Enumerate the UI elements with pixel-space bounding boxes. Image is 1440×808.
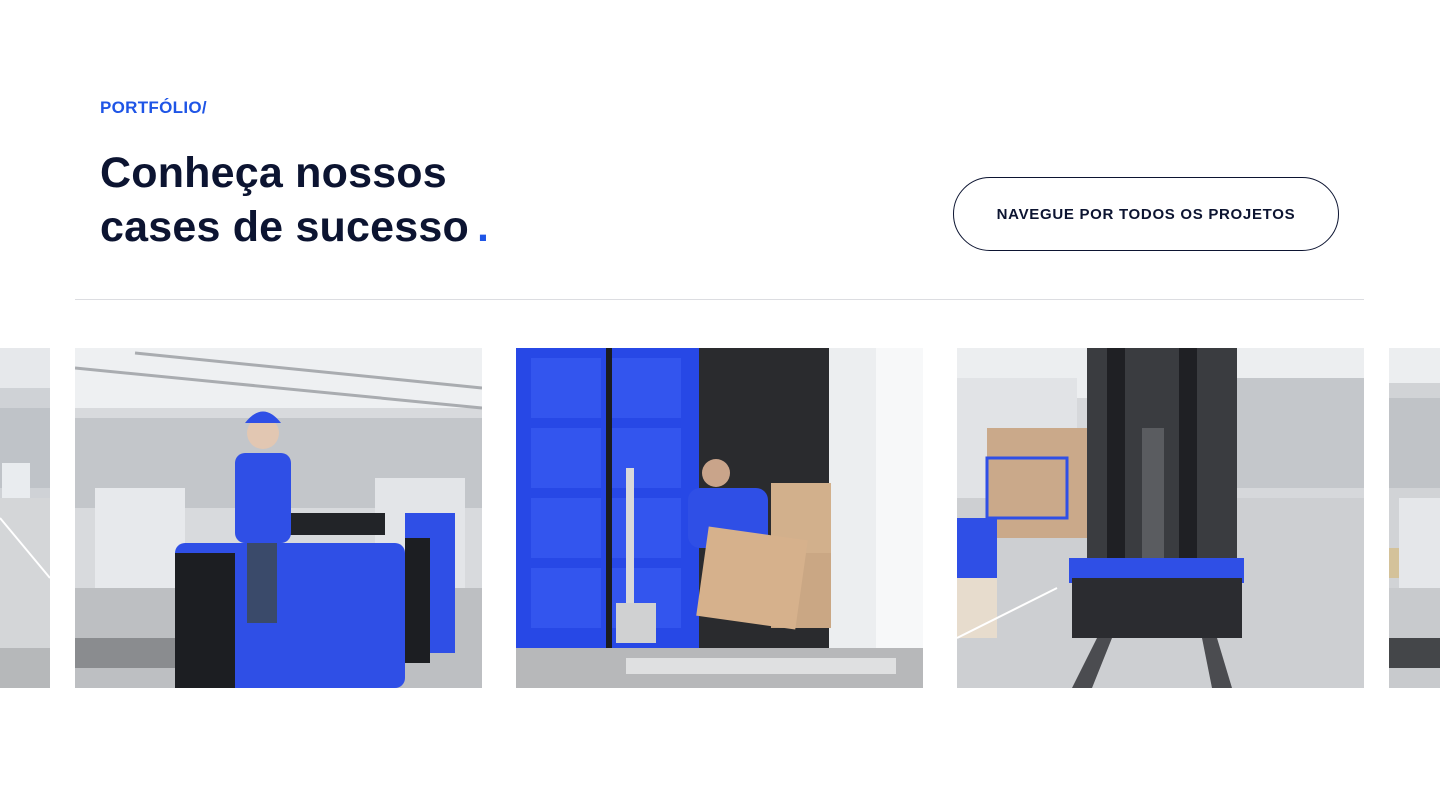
all-projects-button[interactable]: NAVEGUE POR TODOS OS PROJETOS <box>953 177 1339 251</box>
section-title-line-2-text: cases de sucesso <box>100 203 469 251</box>
eyebrow-label: PORTFÓLIO/ <box>100 98 207 117</box>
carousel-card-container[interactable] <box>516 348 923 688</box>
section-title-line-2: cases de sucesso. <box>100 200 489 254</box>
carousel-card-prev[interactable] <box>0 348 50 688</box>
section-title-line-1: Conheça nossos <box>100 149 447 197</box>
carousel-card-pallet-truck[interactable] <box>75 348 482 688</box>
carousel-card-forklift[interactable] <box>957 348 1364 688</box>
worker-unloading-container-photo <box>516 348 923 688</box>
warehouse-photo <box>0 348 50 688</box>
accent-dot: . <box>476 203 490 251</box>
forklift-in-warehouse-photo <box>957 348 1364 688</box>
worker-on-pallet-truck-photo <box>75 348 482 688</box>
warehouse-photo <box>1389 348 1440 688</box>
section-divider <box>75 299 1364 300</box>
carousel-card-next[interactable] <box>1389 348 1440 688</box>
section-title: Conheça nossos cases de sucesso. <box>100 146 489 254</box>
